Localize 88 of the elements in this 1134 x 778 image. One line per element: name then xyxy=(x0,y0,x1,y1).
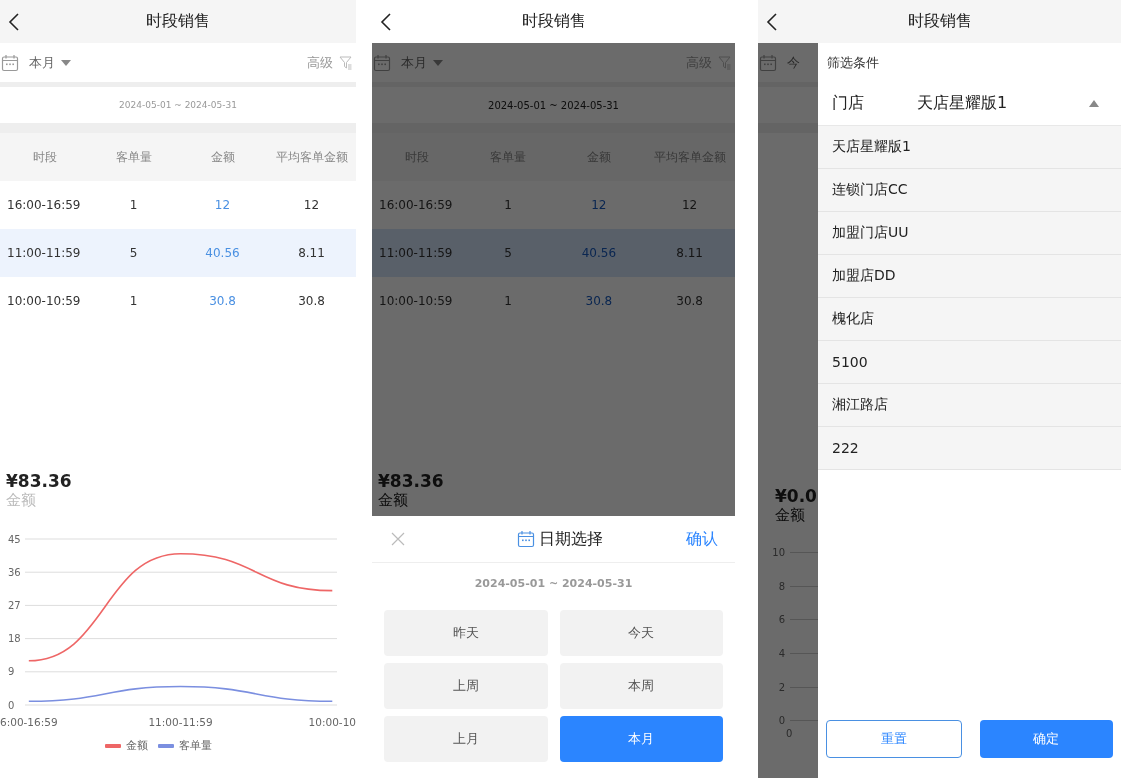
axis-label: 11:00-11:59 xyxy=(148,716,213,728)
date-option-button[interactable]: 上周 xyxy=(384,663,548,709)
table-cell-text: 16:00-16:59 xyxy=(378,198,454,212)
screen-title: 时段销售 xyxy=(146,11,210,32)
store-option[interactable]: 湘江路店 xyxy=(818,384,1121,427)
axis-label: 45 xyxy=(8,533,21,545)
reset-button[interactable]: 重置 xyxy=(826,720,962,758)
screen-title: 时段销售 xyxy=(521,11,586,32)
column-header: 平均客单金额 xyxy=(274,148,349,166)
total-label: 金额 xyxy=(378,491,409,509)
total-label: 金额 xyxy=(775,506,806,524)
date-range: 2024-05-01 ~ 2024-05-31 xyxy=(119,100,237,110)
column-header: 客单量 xyxy=(114,148,153,166)
calendar-icon xyxy=(516,530,535,548)
axis-label: 10 xyxy=(772,547,785,559)
table-cell-text: 40.56 xyxy=(204,246,241,260)
back-icon[interactable] xyxy=(766,11,778,32)
store-option[interactable]: 加盟店DD xyxy=(818,255,1121,298)
legend-label[interactable]: 客单量 xyxy=(178,738,212,753)
axis-label: 8 xyxy=(778,580,785,592)
table-cell-text: 1 xyxy=(128,198,139,212)
table-cell-text: 1 xyxy=(128,294,139,308)
axis-label: 10:00-10 xyxy=(308,716,356,728)
store-option[interactable]: 槐化店 xyxy=(818,298,1121,341)
table-cell-text: 12 xyxy=(302,198,321,212)
table-cell-text: 30.8 xyxy=(584,294,614,308)
dropdown-caret-icon xyxy=(433,59,443,66)
axis-label: 0 xyxy=(785,727,794,739)
store-option[interactable]: 连锁门店CC xyxy=(818,169,1121,212)
table-cell-text: 11:00-11:59 xyxy=(378,246,454,260)
table-cell-text: 1 xyxy=(503,294,513,308)
period-dropdown[interactable]: 本月 xyxy=(29,53,55,72)
store-option[interactable]: 加盟门店UU xyxy=(818,212,1121,255)
store-option[interactable]: 5100 xyxy=(818,341,1121,384)
date-range: 2024-05-01 ~ 2024-05-31 xyxy=(488,99,619,111)
total-amount: ¥83.36 xyxy=(6,471,73,491)
date-option-button[interactable]: 上月 xyxy=(384,716,548,762)
screen-title: 时段销售 xyxy=(907,11,972,32)
table-cell-text: 5 xyxy=(128,246,139,260)
axis-label: 0 xyxy=(8,699,15,711)
table-cell-text: 30.8 xyxy=(675,294,704,308)
table-cell-text: 8.11 xyxy=(675,246,704,260)
axis-label: 9 xyxy=(8,666,15,678)
legend-label[interactable]: 金额 xyxy=(125,738,148,753)
sheet-title: 日期选择 xyxy=(538,528,603,550)
table-cell-text: 1 xyxy=(503,198,513,212)
calendar-icon xyxy=(373,53,391,72)
axis-label: 0 xyxy=(778,715,785,727)
axis-label: 6:00-16:59 xyxy=(0,716,58,728)
table-cell-text: 8.11 xyxy=(297,246,326,260)
date-range: 2024-05-01 ~ 2024-05-31 xyxy=(473,577,634,590)
date-option-button[interactable]: 昨天 xyxy=(384,610,548,656)
date-option-button[interactable]: 今天 xyxy=(559,610,723,656)
total-amount: ¥83.36 xyxy=(378,471,445,491)
table-cell-text: 12 xyxy=(681,198,699,212)
column-header: 时段 xyxy=(31,148,58,166)
table-cell-text: 10:00-10:59 xyxy=(378,294,454,308)
table-cell-text: 12 xyxy=(213,198,232,212)
store-option[interactable]: 天店星耀版1 xyxy=(818,126,1121,169)
table-cell-text: 11:00-11:59 xyxy=(6,246,82,260)
dropdown-caret-icon xyxy=(61,59,71,66)
axis-label: 36 xyxy=(8,566,21,578)
axis-label: 27 xyxy=(8,599,21,611)
axis-label: 6 xyxy=(778,614,785,626)
column-header: 金额 xyxy=(209,148,236,166)
table-cell-text: 12 xyxy=(590,198,608,212)
table-row[interactable]: 11:00-11:59 5 40.56 8.11 xyxy=(0,229,356,277)
table-cell-text: 10:00-10:59 xyxy=(6,294,82,308)
table-cell-text: 40.56 xyxy=(580,246,618,260)
axis-label: 2 xyxy=(778,681,785,693)
date-option-button[interactable]: 本周 xyxy=(559,663,723,709)
confirm-button[interactable]: 确认 xyxy=(686,528,718,550)
ok-button[interactable]: 确定 xyxy=(979,720,1113,758)
table-cell-text: 30.8 xyxy=(297,294,326,308)
calendar-icon xyxy=(1,53,19,72)
date-option-button[interactable]: 本月 xyxy=(559,716,723,762)
table-cell-text: 16:00-16:59 xyxy=(6,198,82,212)
table-cell-text: 30.8 xyxy=(208,294,237,308)
back-icon[interactable] xyxy=(8,11,20,32)
table-cell-text: 5 xyxy=(503,246,513,260)
drawer-heading: 筛选条件 xyxy=(826,53,880,72)
total-amount: ¥0.0 xyxy=(775,486,818,506)
back-icon[interactable] xyxy=(380,11,392,32)
total-label: 金额 xyxy=(6,491,37,509)
axis-label: 18 xyxy=(8,633,21,645)
store-option[interactable]: 222 xyxy=(818,427,1121,470)
calendar-icon xyxy=(759,53,777,72)
axis-label: 4 xyxy=(778,648,785,660)
